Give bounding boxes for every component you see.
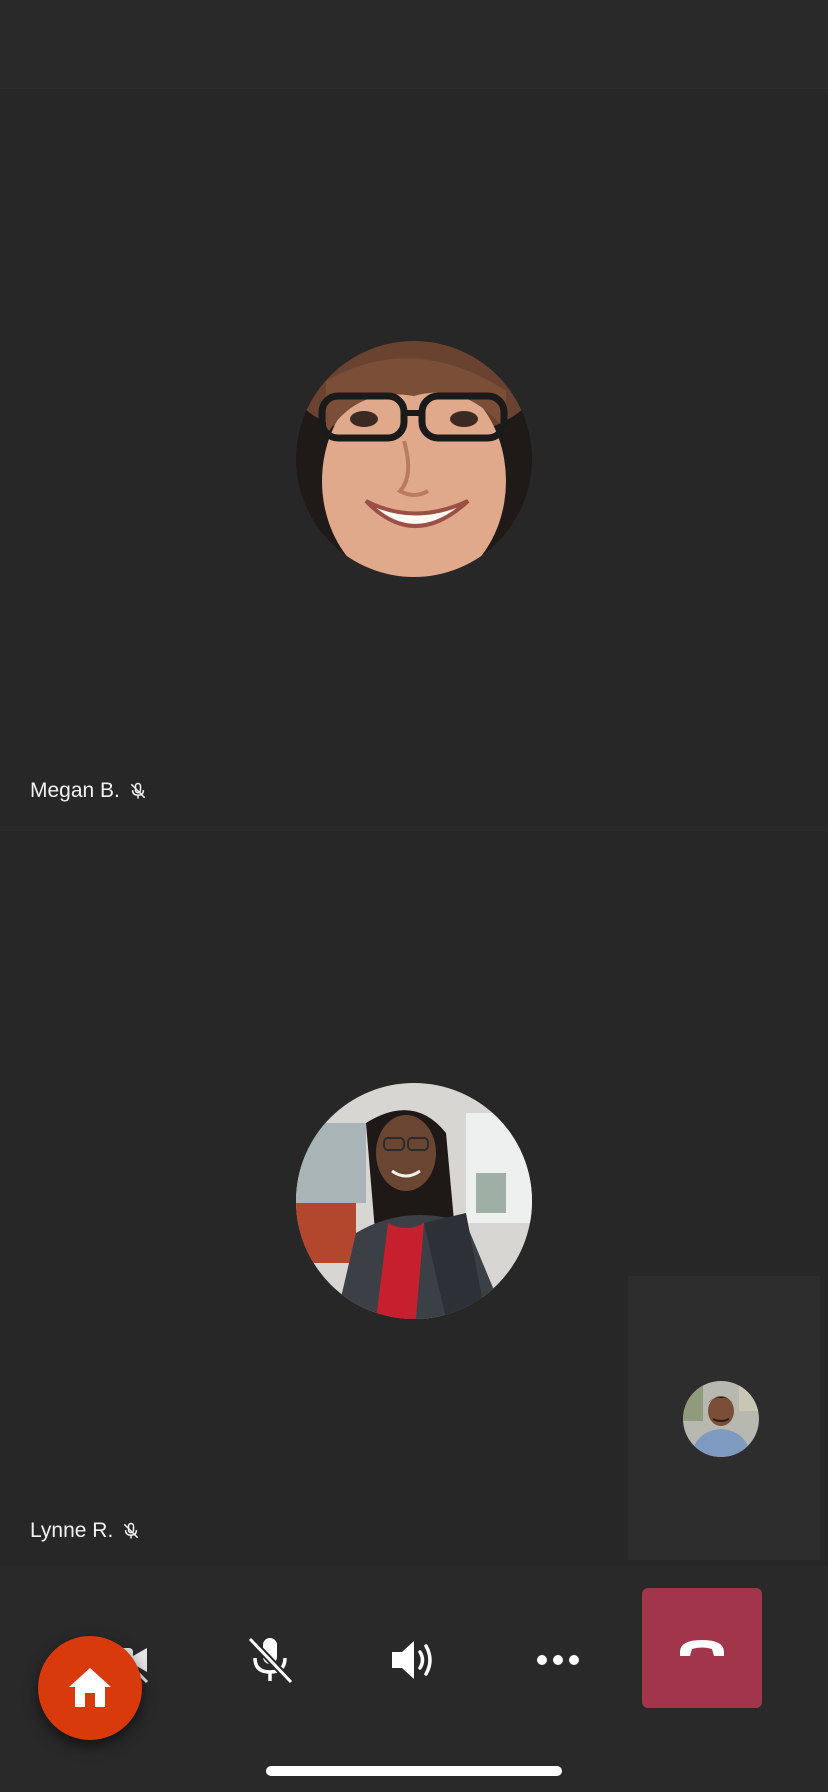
hang-up-icon [680, 1640, 724, 1656]
speaker-icon [392, 1641, 432, 1679]
mic-off-icon [128, 781, 148, 801]
speaker-button[interactable] [374, 1620, 454, 1700]
avatar-photo-woman-glasses [296, 341, 532, 577]
top-bar [0, 0, 828, 88]
participant-avatar [296, 341, 532, 577]
home-icon [69, 1668, 111, 1707]
participant-name-label: Megan B. [30, 779, 148, 803]
home-indicator[interactable] [266, 1766, 562, 1776]
mic-off-icon [247, 1636, 294, 1685]
call-screen: Megan B. Lynne R. [0, 0, 828, 1792]
avatar-photo-man [683, 1381, 759, 1457]
self-view-tile[interactable] [628, 1276, 820, 1560]
mute-button[interactable] [230, 1620, 310, 1700]
participant-avatar [296, 1083, 532, 1319]
mic-off-icon [121, 1521, 141, 1541]
more-options-button[interactable] [518, 1620, 598, 1700]
home-button[interactable] [38, 1636, 142, 1740]
participant-name-label: Lynne R. [30, 1519, 141, 1543]
hang-up-button[interactable] [642, 1588, 762, 1708]
avatar-photo-woman-red-top [296, 1083, 532, 1319]
participant-name: Lynne R. [30, 1519, 114, 1542]
participant-tile[interactable]: Megan B. [0, 88, 828, 826]
self-avatar [683, 1381, 759, 1457]
participant-name: Megan B. [30, 779, 120, 802]
more-options-icon [537, 1655, 579, 1665]
